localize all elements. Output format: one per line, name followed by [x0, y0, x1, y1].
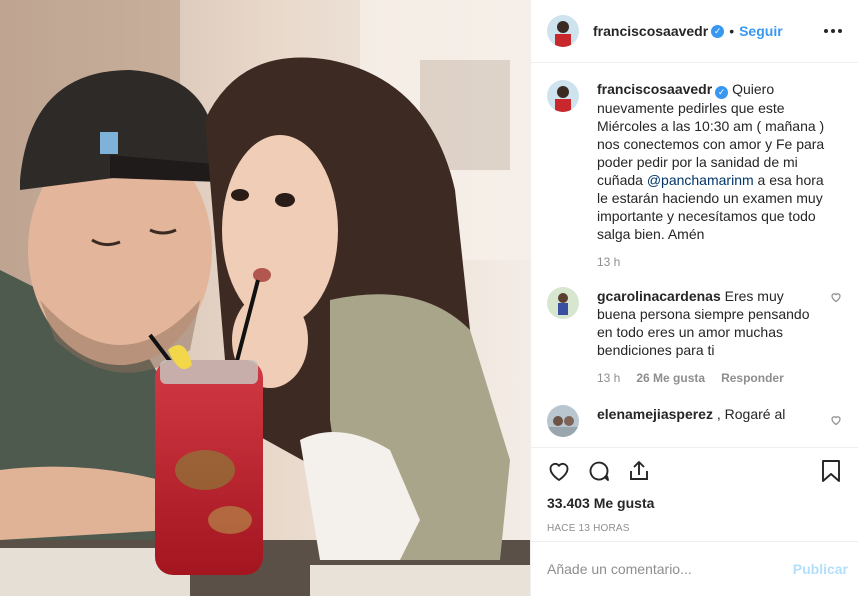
- instagram-post: franciscosaavedr ✓ • Seguir franciscosaa…: [0, 0, 858, 596]
- comment-text: , Rogaré al: [716, 406, 786, 422]
- comment-time[interactable]: 13 h: [597, 369, 620, 387]
- comment-item: elenamejiasperez , Rogaré al: [547, 405, 842, 437]
- photo-illustration: [0, 0, 530, 596]
- publish-button[interactable]: Publicar: [793, 561, 848, 577]
- commenter-username[interactable]: gcarolinacardenas: [597, 288, 721, 304]
- commenter-username[interactable]: elenamejiasperez: [597, 406, 713, 422]
- post-actions: 33.403 Me gusta HACE 13 HORAS: [531, 447, 858, 534]
- share-icon[interactable]: [627, 459, 651, 483]
- author-avatar[interactable]: [547, 15, 579, 47]
- separator-dot: •: [729, 23, 735, 39]
- reply-button[interactable]: Responder: [721, 369, 784, 387]
- add-comment-bar: Publicar: [531, 541, 858, 596]
- like-comment-icon[interactable]: [830, 414, 842, 426]
- author-username[interactable]: franciscosaavedr: [593, 23, 708, 39]
- bookmark-icon[interactable]: [820, 459, 842, 483]
- more-icon[interactable]: [824, 29, 842, 33]
- comment-icon[interactable]: [587, 459, 611, 483]
- comment-item: gcarolinacardenas Eres muy buena persona…: [547, 287, 842, 387]
- follow-button[interactable]: Seguir: [739, 23, 783, 39]
- post-timestamp[interactable]: HACE 13 HORAS: [547, 523, 842, 534]
- comment-body: elenamejiasperez , Rogaré al: [597, 405, 842, 437]
- commenter-avatar[interactable]: [547, 287, 579, 319]
- verified-icon: ✓: [711, 24, 725, 38]
- likes-count[interactable]: 33.403 Me gusta: [547, 495, 842, 511]
- comment-input[interactable]: [547, 561, 793, 577]
- heart-icon[interactable]: [547, 459, 571, 483]
- comments-list[interactable]: franciscosaavedr ✓ Quiero nuevamente pedi…: [531, 64, 858, 447]
- post-photo[interactable]: [0, 0, 530, 596]
- caption-meta: 13 h: [597, 253, 834, 271]
- caption-mention[interactable]: @panchamarinm: [647, 172, 754, 188]
- post-side-panel: franciscosaavedr ✓ • Seguir franciscosaa…: [530, 0, 858, 596]
- post-header: franciscosaavedr ✓ • Seguir: [531, 0, 858, 63]
- like-comment-icon[interactable]: [830, 291, 842, 303]
- comment-likes[interactable]: 26 Me gusta: [636, 369, 705, 387]
- comment-body: gcarolinacardenas Eres muy buena persona…: [597, 287, 842, 387]
- caption-body: franciscosaavedr ✓ Quiero nuevamente pedi…: [597, 80, 842, 271]
- caption: franciscosaavedr ✓ Quiero nuevamente pedi…: [547, 80, 842, 271]
- caption-author-avatar[interactable]: [547, 80, 579, 112]
- comment-meta: 13 h 26 Me gusta Responder: [597, 369, 818, 387]
- caption-author[interactable]: franciscosaavedr: [597, 81, 712, 97]
- commenter-avatar[interactable]: [547, 405, 579, 437]
- caption-time[interactable]: 13 h: [597, 253, 620, 271]
- verified-icon: ✓: [715, 86, 729, 99]
- action-icons: [547, 448, 842, 494]
